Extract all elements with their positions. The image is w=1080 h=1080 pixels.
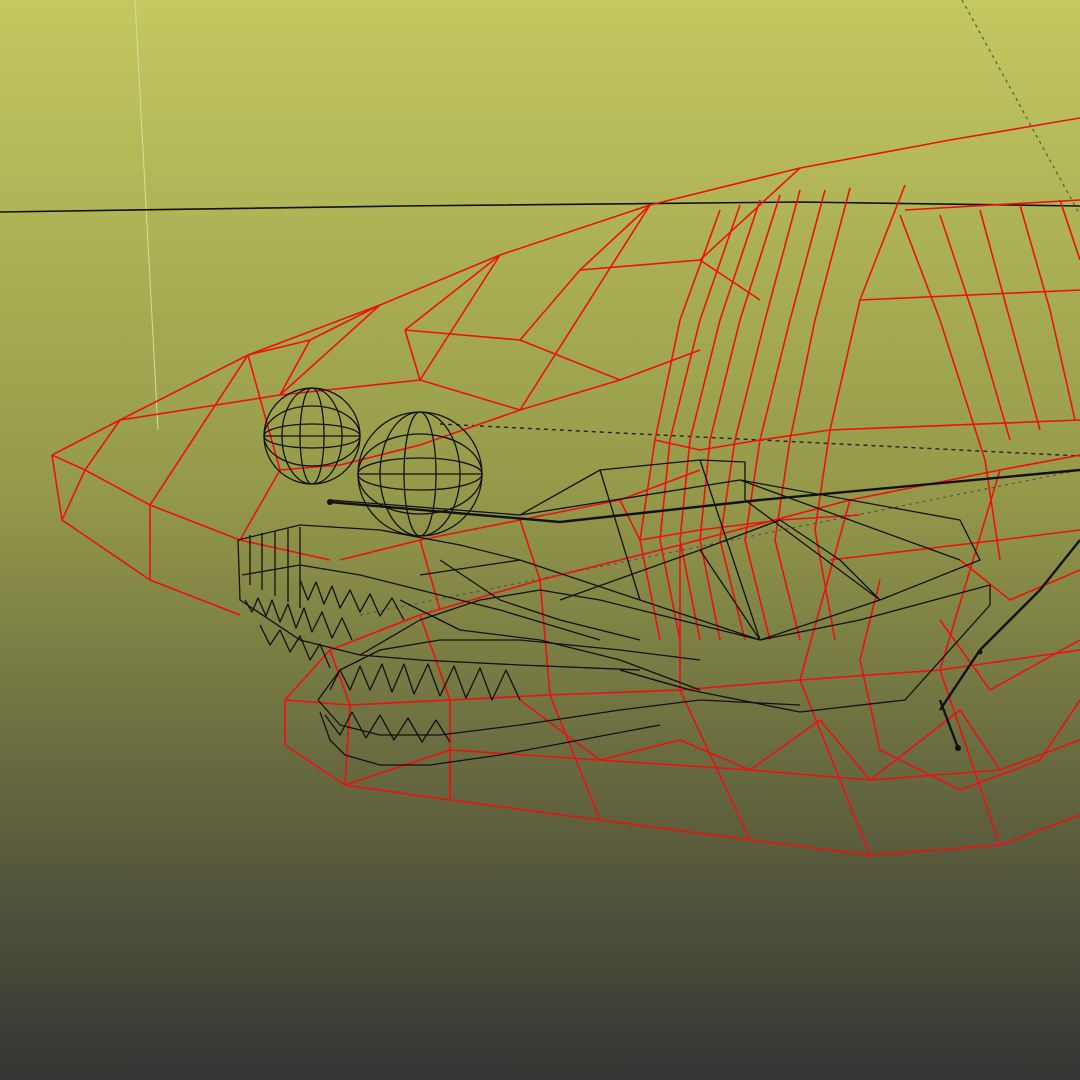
- head-bone-joint[interactable]: [327, 499, 333, 505]
- viewport-background: [0, 0, 1080, 1080]
- viewport-canvas[interactable]: [0, 0, 1080, 1080]
- 3d-viewport[interactable]: [0, 0, 1080, 1080]
- pectoral-bone-joint[interactable]: [977, 649, 983, 655]
- fin-bone-joint[interactable]: [955, 745, 961, 751]
